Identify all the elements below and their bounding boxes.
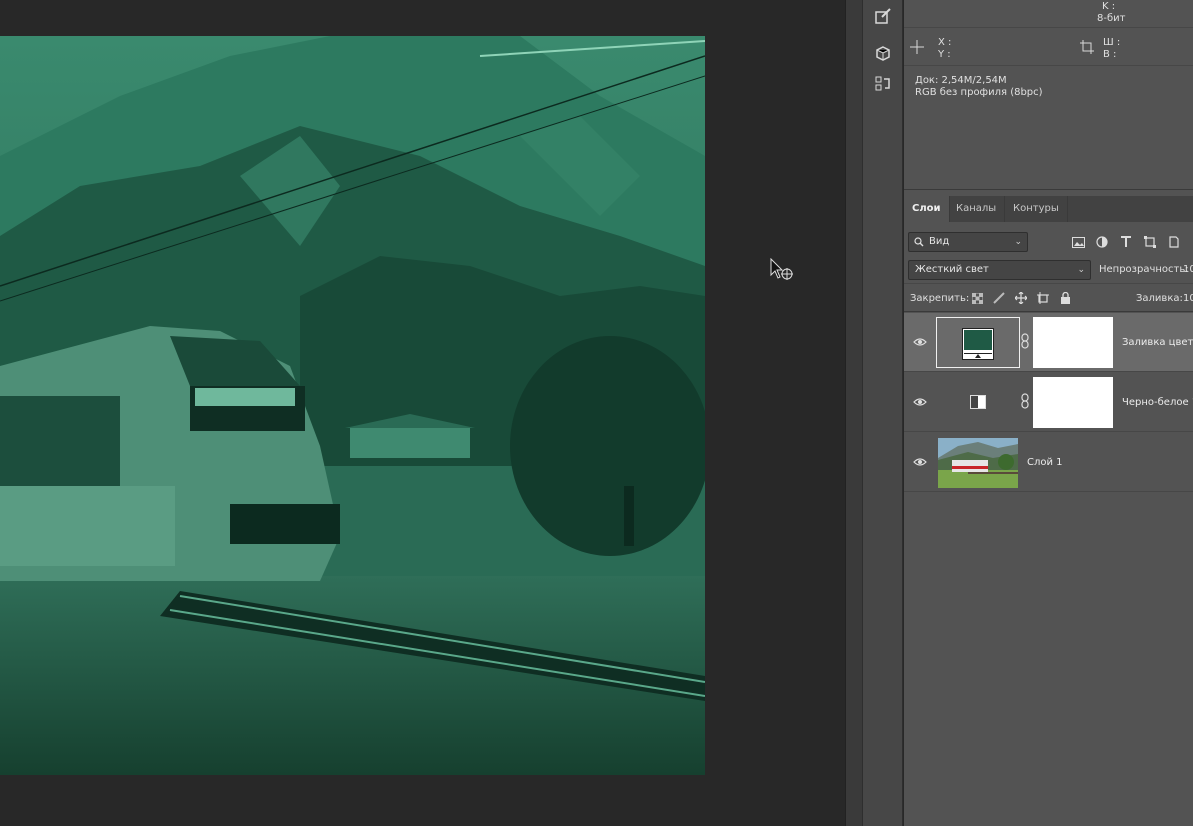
pixel-layer-thumbnail[interactable] [938,438,1018,488]
layer-row-color-fill[interactable]: Заливка цветом [904,313,1193,372]
document-canvas[interactable] [0,36,705,775]
blend-mode-select[interactable]: Жесткий свет ⌄ [908,260,1091,280]
search-icon [914,237,924,247]
lock-all-icon[interactable] [1057,290,1073,306]
layers-tab-bar: Слои Каналы Контуры [904,196,1193,222]
layer-name[interactable]: Черно-белое 1 [1122,397,1193,408]
fill-layer-thumbnail[interactable] [936,317,1020,368]
visibility-eye-icon[interactable] [913,455,927,469]
right-panels: K : 8-бит X : Y : Ш : В : Док: 2,54М/2,5… [904,0,1193,826]
opacity-label: Непрозрачность: [1099,264,1189,275]
train-photo-toned [0,36,705,775]
layer-filter-select[interactable]: Вид ⌄ [908,232,1028,252]
lock-artboard-icon[interactable] [1035,290,1051,306]
lock-pixels-brush-icon[interactable] [991,290,1007,306]
opacity-value[interactable]: 10 [1183,264,1193,275]
tab-channels[interactable]: Каналы [948,196,1006,222]
chevron-down-icon: ⌄ [1077,265,1085,275]
k-label: K : [1102,1,1116,12]
filter-pixel-icon[interactable] [1070,234,1086,250]
panel-toolstrip [863,0,903,826]
fill-label: Заливка: [1136,293,1183,304]
layer-mask-thumbnail[interactable] [1033,377,1113,428]
bit-depth: 8-бит [1097,13,1126,24]
layer-mask-thumbnail[interactable] [1033,317,1113,368]
fill-color-swatch [962,328,994,360]
filter-adjustment-icon[interactable] [1094,234,1110,250]
info-row-coords: X : Y : Ш : В : [904,28,1193,66]
mask-link-chain-icon[interactable] [1020,393,1030,409]
3d-cube-icon[interactable] [871,42,895,66]
x-label: X : [938,37,952,48]
tab-layers[interactable]: Слои [904,196,950,222]
layer-row-black-white[interactable]: Черно-белое 1 [904,373,1193,432]
chevron-down-icon: ⌄ [1014,237,1022,247]
visibility-eye-icon[interactable] [913,395,927,409]
visibility-eye-icon[interactable] [913,335,927,349]
fill-value[interactable]: 10 [1183,293,1193,304]
edit-note-icon[interactable] [871,4,895,28]
document-workspace [0,0,845,826]
lock-position-move-icon[interactable] [1013,290,1029,306]
panel-gutter [845,0,863,826]
height-label: В : [1103,49,1117,60]
y-label: Y : [938,49,951,60]
history-icon[interactable] [871,72,895,96]
filter-type-icon[interactable] [1118,234,1134,250]
move-cursor-icon [770,258,793,280]
lock-label: Закрепить: [910,293,970,304]
blend-mode-value: Жесткий свет [915,264,989,275]
info-panel: K : 8-бит X : Y : Ш : В : Док: 2,54М/2,5… [904,0,1193,190]
layer-row-pixel[interactable]: Слой 1 [904,433,1193,492]
selection-size-icon [1080,40,1094,54]
layer-filter-value: Вид [929,236,950,247]
filter-shape-icon[interactable] [1142,234,1158,250]
color-profile: RGB без профиля (8bpc) [915,87,1043,98]
black-white-adjustment-icon [970,395,986,409]
width-label: Ш : [1103,37,1121,48]
lock-transparency-icon[interactable] [969,290,985,306]
info-row-color: K : 8-бит [904,0,1193,28]
layer-name[interactable]: Заливка цветом [1122,337,1193,348]
crosshair-icon [910,40,924,54]
mask-link-chain-icon[interactable] [1020,333,1030,349]
lock-row: Закрепить: Заливка: 10 [904,283,1193,312]
doc-size: Док: 2,54М/2,54М [915,75,1007,86]
layer-name[interactable]: Слой 1 [1027,457,1063,468]
tab-paths[interactable]: Контуры [1005,196,1068,222]
filter-smart-object-icon[interactable] [1166,234,1182,250]
